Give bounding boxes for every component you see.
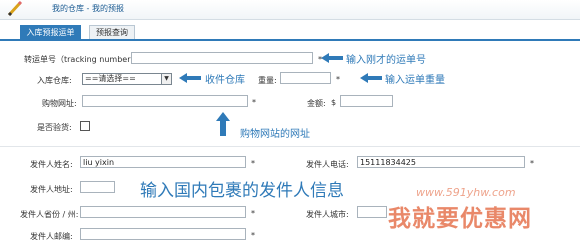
sender-hint: 输入国内包裹的发件人信息 [140,181,344,201]
sender-province-input[interactable] [80,206,246,218]
chevron-down-icon: ▼ [161,74,171,84]
shop-url-input[interactable] [82,95,248,107]
sender-name-input[interactable] [80,156,246,168]
sender-phone-input[interactable] [357,156,525,168]
tracking-hint: 输入刚才的运单号 [346,55,426,66]
weight-input[interactable] [280,72,331,84]
required-mark: * [336,75,340,84]
warehouse-selected-value: ==请选择== [85,74,136,83]
warehouse-hint: 收件仓库 [205,75,245,86]
sender-province-label: 发件人省份 / 州: [20,210,79,219]
required-mark: * [251,231,255,240]
title-bar: 我的仓库 - 我的预报 [0,0,580,20]
required-mark: * [251,209,255,218]
shop-url-label: 购物网址: [42,99,77,108]
sender-address-label: 发件人地址: [30,185,73,194]
shop-hint: 购物网站的网址 [240,129,310,140]
tab-underline [0,39,580,41]
required-mark: * [251,159,255,168]
amount-label: 金额: [307,99,326,108]
section-divider [0,146,580,147]
arrow-left-icon [360,73,382,83]
warehouse-select[interactable]: ==请选择== ▼ [82,73,172,85]
tracking-label: 转运单号（tracking number): [24,55,137,64]
currency-symbol: $ [331,98,337,107]
tab-forecast-query[interactable]: 预报查询 [89,25,135,40]
weight-hint: 输入运单重量 [385,75,445,86]
sender-name-label: 发件人姓名: [30,160,73,169]
watermark-url: www.591yhw.com [416,186,516,199]
weight-label: 重量: [258,76,277,85]
sender-phone-label: 发件人电话: [306,160,349,169]
sender-city-input[interactable] [357,206,387,218]
breadcrumb: 我的仓库 - 我的预报 [52,4,124,13]
required-mark: * [252,98,256,107]
sender-address-input[interactable] [80,181,115,193]
warehouse-label: 入库仓库: [37,76,72,85]
amount-input[interactable] [340,95,393,107]
tracking-input[interactable] [131,52,313,64]
sender-city-label: 发件人城市: [306,210,349,219]
arrow-left-icon [179,73,201,83]
arrow-up-icon [216,112,230,136]
watermark-text: 我就要优惠网 [388,206,532,232]
sender-zip-input[interactable] [80,228,246,240]
pencil-icon [7,1,23,17]
sender-zip-label: 发件人邮编: [30,232,73,241]
inspection-checkbox[interactable] [80,121,90,131]
arrow-left-icon [321,53,343,63]
tab-inbound-forecast[interactable]: 入库预报运单 [20,25,81,40]
inspection-label: 是否验货: [37,123,72,132]
required-mark: * [530,159,534,168]
